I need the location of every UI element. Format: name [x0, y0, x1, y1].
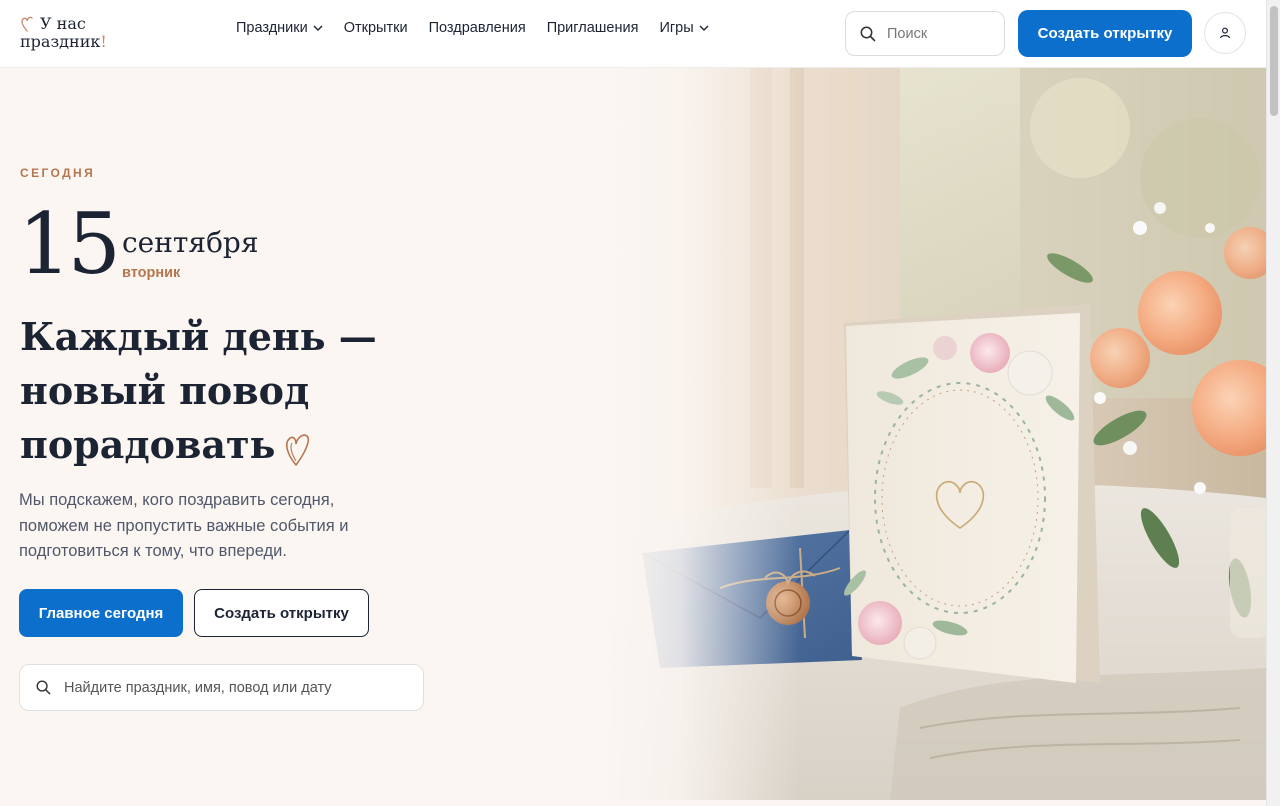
logo-line-2: праздник!	[20, 33, 107, 51]
create-card-secondary-button[interactable]: Создать открытку	[194, 589, 369, 637]
user-icon	[1219, 27, 1231, 39]
headline-line: Каждый день —	[20, 314, 377, 359]
header-search-input[interactable]	[887, 25, 987, 42]
create-card-button[interactable]: Создать открытку	[1018, 10, 1192, 57]
hero-illustration	[600, 68, 1266, 800]
headline-line: порадовать	[20, 422, 276, 467]
nav-item-label: Игры	[659, 20, 694, 36]
hero-headline: Каждый день — новый повод порадовать	[20, 310, 440, 472]
nav-item-label: Приглашения	[546, 20, 639, 36]
site-header: У нас праздник! Праздники Открытки Поздр…	[0, 0, 1266, 68]
nav-item-holidays[interactable]: Праздники	[236, 20, 323, 36]
hero-description: Мы подскажем, кого поздравить сегодня, п…	[19, 491, 349, 560]
scrollbar-thumb[interactable]	[1270, 6, 1278, 116]
search-icon	[36, 680, 51, 695]
heart-icon	[21, 16, 33, 32]
header-search[interactable]	[845, 11, 1005, 56]
site-logo[interactable]: У нас праздник!	[20, 15, 107, 51]
nav-item-label: Открытки	[343, 20, 408, 36]
nav-item-cards[interactable]: Открытки	[344, 20, 408, 36]
logo-exclamation: !	[100, 32, 107, 51]
nav-item-label: Праздники	[236, 20, 308, 36]
hero-search-input[interactable]	[64, 679, 404, 696]
chevron-down-icon	[313, 25, 323, 31]
nav-item-games[interactable]: Игры	[659, 20, 709, 36]
hero-image	[600, 68, 1266, 800]
nav-item-label: Поздравления	[428, 20, 526, 36]
logo-word: праздник	[20, 32, 101, 51]
headline-line: новый повод	[20, 368, 310, 413]
hero-search[interactable]	[19, 664, 424, 711]
headline-line-with-heart: порадовать	[20, 418, 440, 472]
date-weekday: вторник	[122, 265, 181, 281]
today-main-button[interactable]: Главное сегодня	[19, 589, 183, 637]
nav-item-invitations[interactable]: Приглашения	[547, 20, 639, 36]
page-scrollbar[interactable]	[1266, 0, 1280, 806]
main-nav: Праздники Открытки Поздравления Приглаше…	[236, 20, 730, 36]
nav-item-greetings[interactable]: Поздравления	[429, 20, 526, 36]
date-day: 15	[18, 195, 121, 293]
heart-icon	[286, 433, 310, 466]
date-month: сентября	[122, 226, 259, 259]
today-label: СЕГОДНЯ	[20, 166, 96, 180]
chevron-down-icon	[699, 25, 709, 31]
user-account-button[interactable]	[1204, 12, 1246, 54]
search-icon	[860, 26, 876, 41]
